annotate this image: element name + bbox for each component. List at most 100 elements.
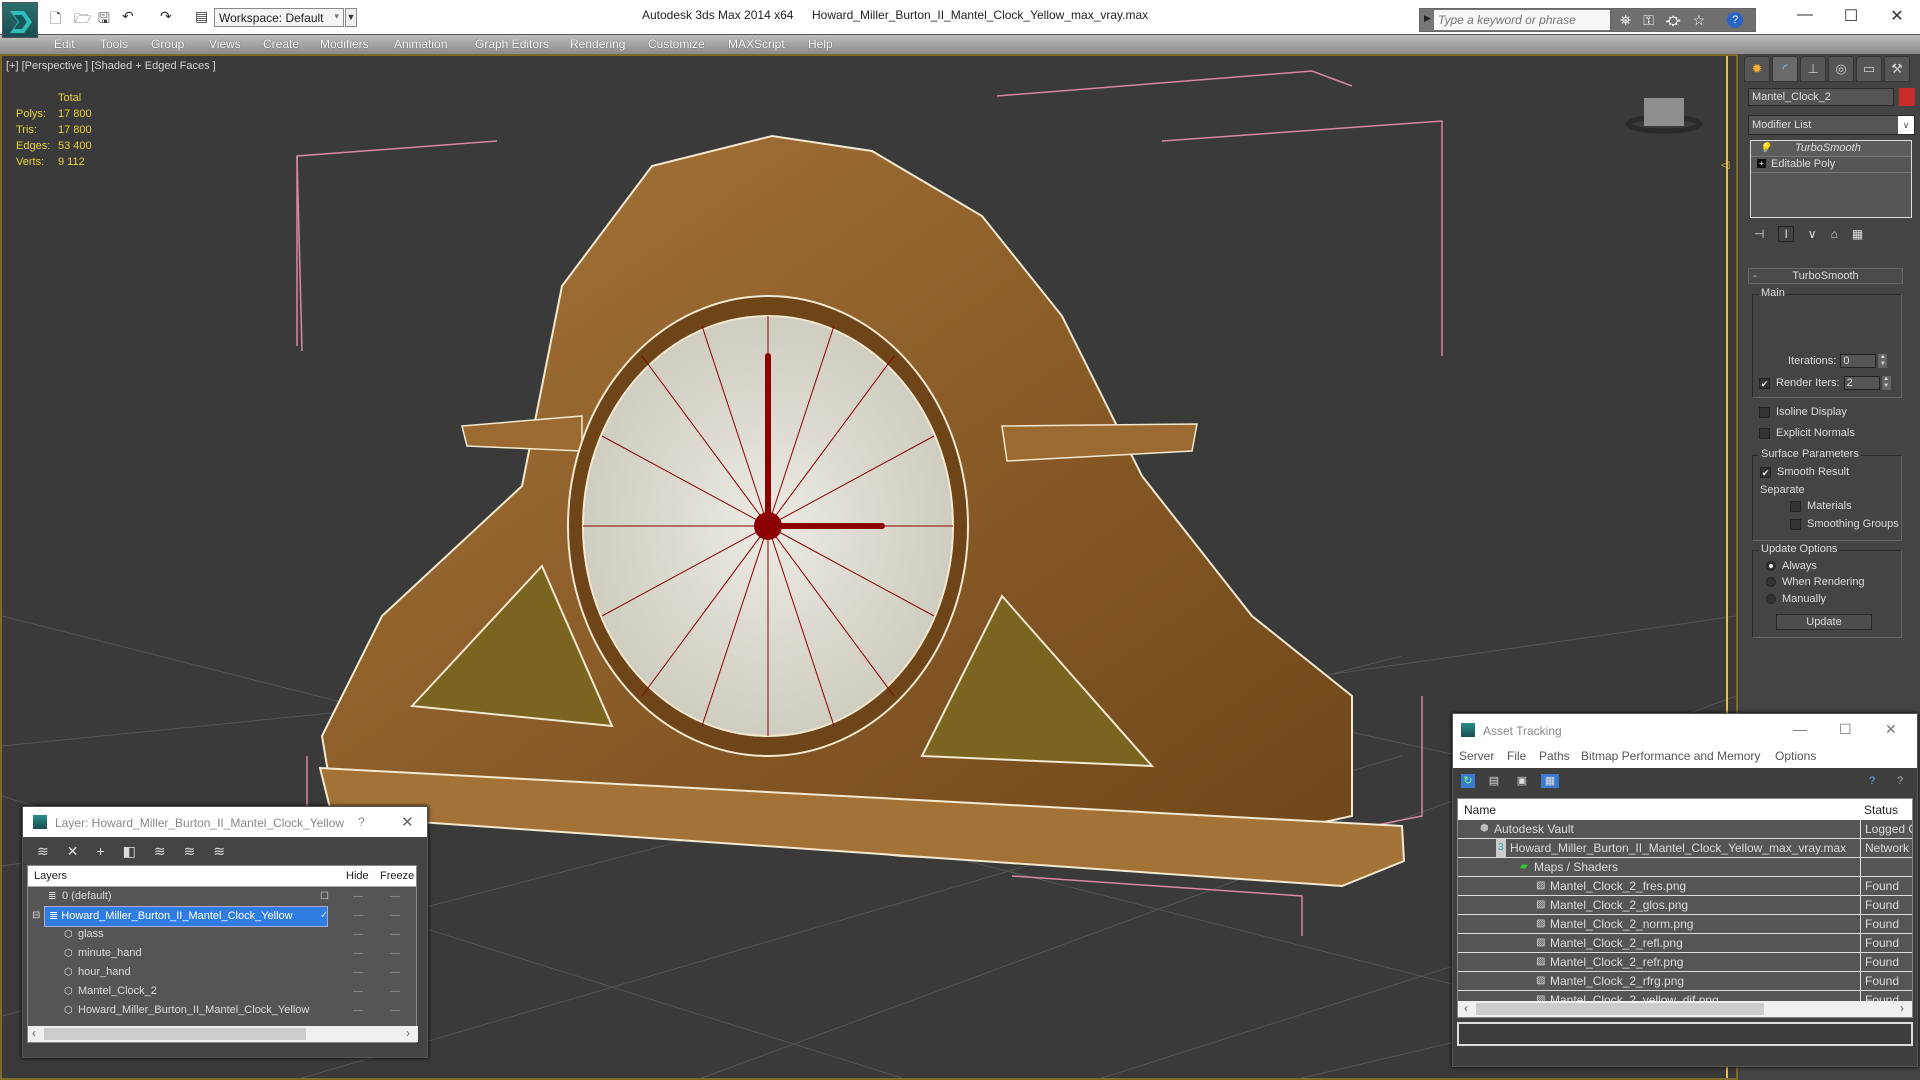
star-icon[interactable]: ☆ — [1693, 12, 1706, 29]
hide-toggle[interactable]: — — [353, 944, 363, 963]
maximize-button[interactable]: ☐ — [1839, 721, 1852, 738]
hide-freeze-all-icon[interactable]: ≋ — [213, 843, 225, 860]
manually-radio[interactable] — [1766, 594, 1776, 604]
tab-motion[interactable]: ◎ — [1828, 56, 1854, 82]
object-name-field[interactable]: Mantel_Clock_2 — [1748, 88, 1894, 106]
modifier-list-dropdown[interactable]: Modifier List ∨ — [1748, 115, 1915, 135]
expand-plus-icon[interactable]: + — [1757, 159, 1766, 168]
materials-checkbox[interactable] — [1790, 500, 1801, 512]
horizontal-scrollbar[interactable]: ‹ › — [1458, 1001, 1912, 1017]
asset-path-field[interactable] — [1457, 1022, 1913, 1046]
layer-row[interactable]: ⊟ ≣ Howard_Miller_Burton_II_Mantel_Clock… — [28, 906, 416, 927]
satellite-icon[interactable]: ⛮ — [1666, 12, 1681, 29]
menu-modifiers[interactable]: Modifiers — [320, 37, 369, 51]
close-button[interactable]: ✕ — [401, 813, 414, 831]
object-row[interactable]: ⬡ Mantel_Clock_2 — — — [28, 982, 416, 1001]
stack-item-turbosmooth[interactable]: 💡 TurboSmooth — [1751, 141, 1911, 157]
remove-modifier-icon[interactable]: ⌂ — [1831, 227, 1838, 241]
viewport-label-menu[interactable]: [+] [Perspective ] [Shaded + Edged Faces… — [6, 60, 216, 72]
configure-sets-icon[interactable]: ▦ — [1852, 227, 1863, 241]
add-to-layer-icon[interactable]: + — [96, 843, 104, 859]
project-icon[interactable]: ▤ — [195, 8, 208, 25]
render-iters-spinner[interactable]: 2 — [1843, 376, 1880, 390]
asset-window-titlebar[interactable]: Asset Tracking — ☐ ✕ — [1453, 714, 1917, 746]
scrollbar-thumb[interactable] — [44, 1028, 306, 1040]
select-layer-icon[interactable]: ≋ — [154, 843, 166, 860]
help-icon[interactable]: ? — [1727, 12, 1744, 28]
freeze-toggle[interactable]: — — [390, 887, 400, 906]
search-input[interactable] — [1434, 10, 1610, 30]
stack-item-editable-poly[interactable]: + Editable Poly — [1751, 157, 1911, 173]
minimize-button[interactable]: — — [1793, 721, 1807, 737]
new-file-icon[interactable]: 🗋 — [50, 8, 61, 32]
hide-toggle[interactable]: — — [353, 982, 363, 1001]
asset-row[interactable]: ▨ Mantel_Clock_2_refr.png Found — [1458, 953, 1912, 972]
asset-row[interactable]: 3 Howard_Miller_Burton_II_Mantel_Clock_Ye… — [1458, 839, 1912, 858]
create-layer-icon[interactable]: ≋ — [37, 843, 49, 860]
freeze-toggle[interactable]: — — [390, 925, 400, 944]
scroll-left-icon[interactable]: ‹ — [1464, 1001, 1468, 1015]
hide-toggle[interactable]: — — [353, 925, 363, 944]
freeze-toggle[interactable]: — — [390, 1001, 400, 1020]
render-iters-checkbox[interactable]: ✔ — [1759, 377, 1770, 389]
tab-modify[interactable]: ◜ — [1772, 56, 1798, 82]
always-radio[interactable] — [1766, 561, 1776, 571]
menu-file[interactable]: File — [1507, 749, 1526, 763]
update-button[interactable]: Update — [1776, 614, 1872, 630]
menu-tools[interactable]: Tools — [100, 37, 128, 51]
column-hide[interactable]: Hide — [346, 870, 369, 882]
table-view-icon[interactable]: ▦ — [1541, 774, 1559, 788]
close-button[interactable]: ✕ — [1882, 6, 1912, 26]
menu-edit[interactable]: Edit — [54, 37, 75, 51]
tab-create[interactable]: ✹ — [1744, 56, 1770, 82]
scrollbar-thumb[interactable] — [1476, 1003, 1764, 1015]
key-icon[interactable]: ⚿ — [1643, 12, 1654, 29]
thumbnail-view-icon[interactable]: ▣ — [1515, 774, 1529, 788]
tab-hierarchy[interactable]: ⊥ — [1800, 56, 1826, 82]
menu-customize[interactable]: Customize — [648, 37, 705, 51]
hide-toggle[interactable]: — — [353, 1001, 363, 1020]
column-layers[interactable]: Layers — [34, 870, 67, 882]
asset-row[interactable]: ▨ Mantel_Clock_2_fres.png Found — [1458, 877, 1912, 896]
current-layer-box-icon[interactable]: ☐ — [320, 887, 329, 906]
menu-bitmap-performance[interactable]: Bitmap Performance and Memory — [1581, 749, 1760, 763]
when-rendering-radio[interactable] — [1766, 577, 1776, 587]
freeze-toggle[interactable]: — — [390, 944, 400, 963]
make-unique-icon[interactable]: ∨ — [1808, 227, 1817, 241]
lightbulb-icon[interactable]: 💡 — [1759, 141, 1771, 156]
smoothing-groups-checkbox[interactable] — [1790, 518, 1801, 530]
hide-toggle[interactable]: — — [353, 887, 363, 906]
scroll-right-icon[interactable]: › — [406, 1026, 410, 1040]
delete-layer-icon[interactable]: ✕ — [67, 843, 79, 860]
binoculars-icon[interactable]: ⛯ — [1620, 12, 1631, 29]
mantel-clock-model[interactable] — [318, 134, 1406, 888]
workspace-dropdown[interactable]: Workspace: Default ▾ — [214, 8, 344, 27]
vault-help-icon[interactable]: ? — [1865, 774, 1879, 788]
menu-options[interactable]: Options — [1775, 749, 1816, 763]
list-view-icon[interactable]: ▤ — [1487, 774, 1501, 788]
spinner-arrows-icon[interactable]: ▲ ▼ — [1881, 376, 1891, 390]
panel-collapse-arrow-icon[interactable]: ◁ — [1721, 158, 1729, 171]
layer-row[interactable]: ≣ 0 (default) ☐ — — — [28, 887, 416, 906]
layer-window-titlebar[interactable]: Layer: Howard_Miller_Burton_II_Mantel_Cl… — [23, 807, 427, 837]
scroll-left-icon[interactable]: ‹ — [32, 1026, 36, 1040]
menu-server[interactable]: Server — [1459, 749, 1494, 763]
horizontal-scrollbar[interactable]: ‹ › — [28, 1026, 418, 1042]
asset-row[interactable]: ▰ Maps / Shaders — [1458, 858, 1912, 877]
asset-row[interactable]: ▨ Mantel_Clock_2_norm.png Found — [1458, 915, 1912, 934]
column-freeze[interactable]: Freeze — [380, 870, 414, 882]
freeze-toggle[interactable]: — — [390, 906, 400, 925]
show-end-result-icon[interactable]: I — [1778, 226, 1794, 242]
menu-graph-editors[interactable]: Graph Editors — [475, 37, 549, 51]
hide-toggle[interactable]: — — [353, 906, 363, 925]
menu-create[interactable]: Create — [263, 37, 299, 51]
select-objects-icon[interactable]: ◧ — [123, 843, 136, 860]
asset-row[interactable]: ▨ Mantel_Clock_2_glos.png Found — [1458, 896, 1912, 915]
scroll-right-icon[interactable]: › — [1900, 1001, 1904, 1015]
redo-icon[interactable]: ↷ — [160, 8, 172, 25]
minimize-button[interactable]: — — [1790, 6, 1820, 24]
spinner-arrows-icon[interactable]: ▲ ▼ — [1878, 354, 1888, 368]
smooth-result-checkbox[interactable]: ✔ — [1760, 466, 1771, 478]
freeze-toggle[interactable]: — — [390, 963, 400, 982]
application-menu-button[interactable] — [2, 2, 38, 38]
